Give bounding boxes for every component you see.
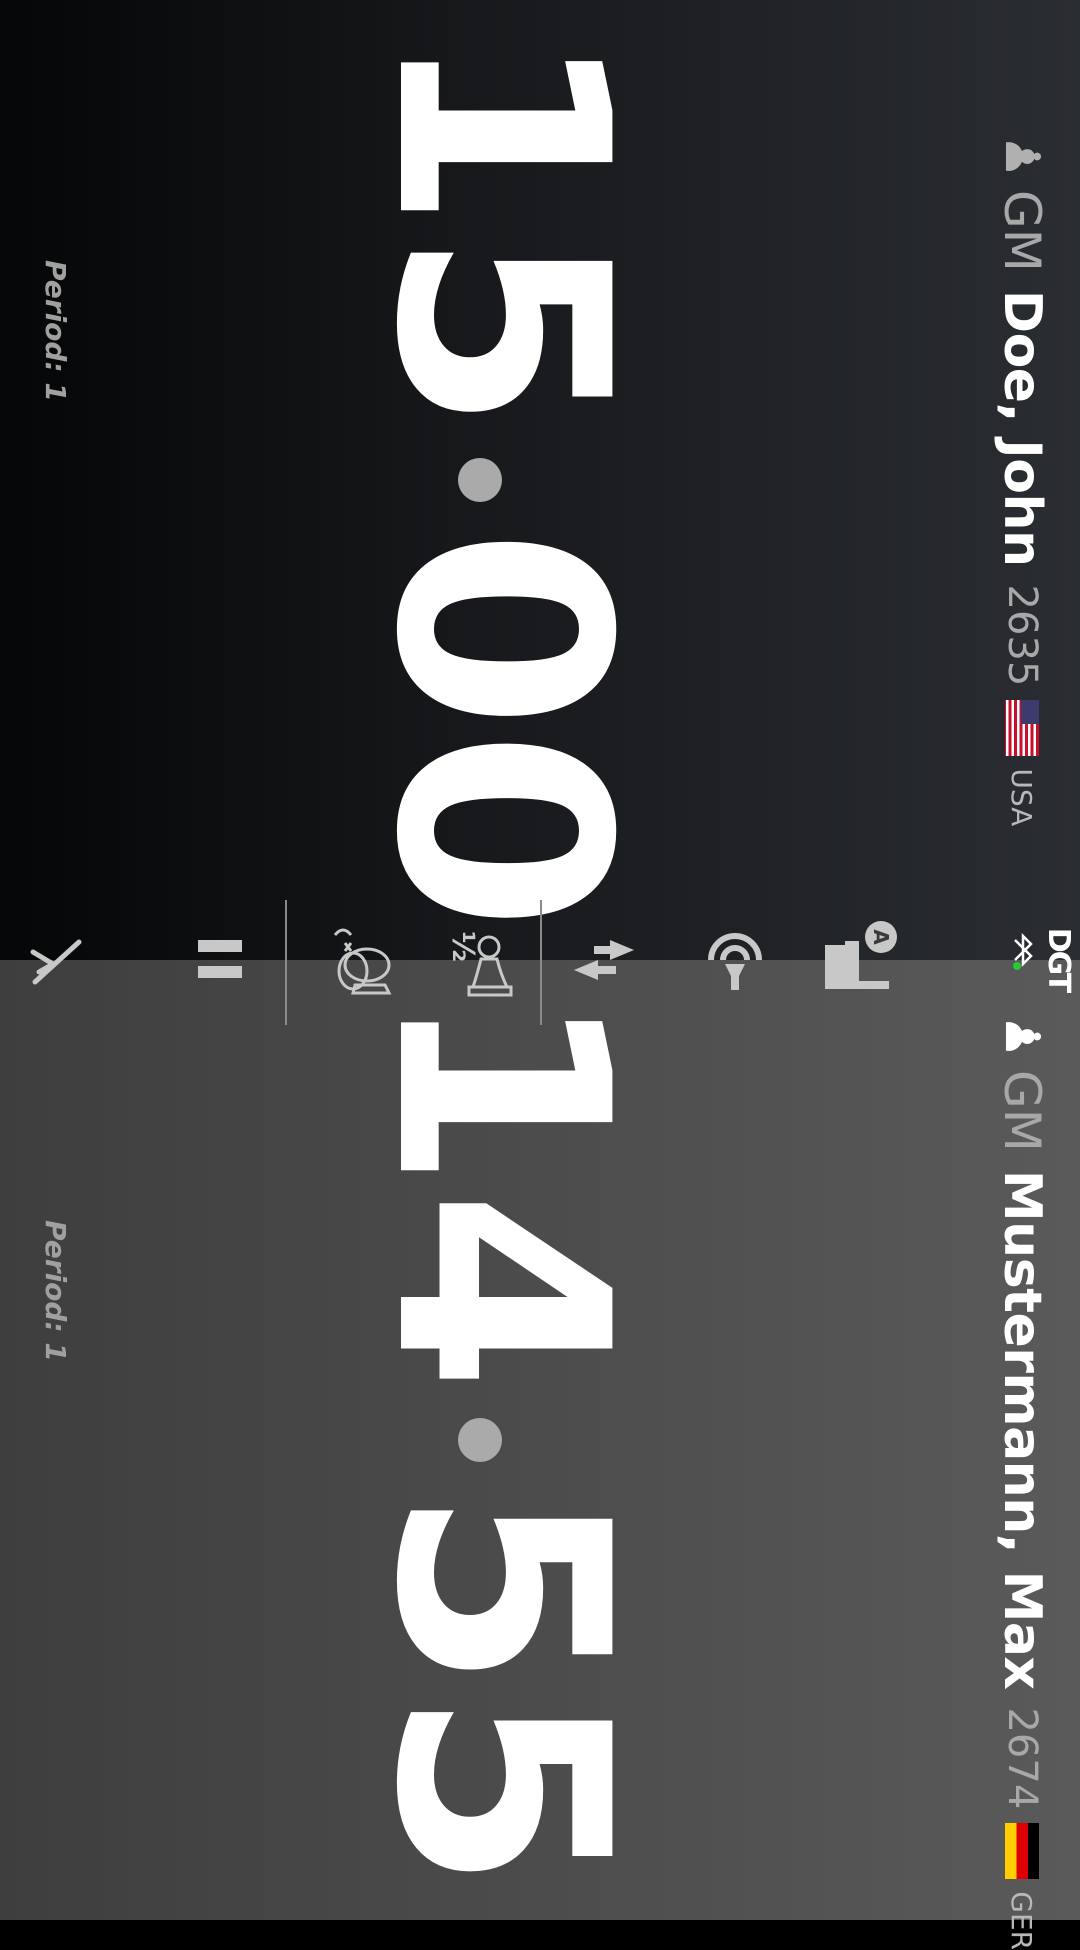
usa-flag-icon [1005,700,1039,757]
toolbar-divider [285,900,287,1025]
pause-button[interactable] [180,900,260,1020]
player-country: USA [1005,768,1039,827]
player-title: GM [993,190,1051,272]
player-title: GM [993,1070,1051,1152]
swap-sides-button[interactable] [565,900,645,1020]
svg-text:A: A [869,929,893,945]
draw-icon: ½ [445,915,525,1005]
clock-seconds: 00 [332,528,669,932]
swap-arrows-icon [574,940,634,980]
bottom-clock: 1455 [332,960,669,1920]
bottom-player-display: ♟ GM Mustermann, Max 2674 GER 1455 Perio… [0,960,1080,1950]
pawn-icon: ♟ [994,135,1050,179]
player-rating: 2674 [999,1707,1045,1810]
sound-icon [708,933,762,990]
player-country: GER [1005,1891,1039,1950]
auto-mode-icon: A [825,921,897,989]
period-label: Period: 1 [39,1220,72,1362]
period-label: Period: 1 [39,260,72,402]
clock-minutes: 15 [332,28,669,432]
germany-flag-icon [1005,1823,1039,1880]
bottom-player-info: ♟ GM Mustermann, Max 2674 GER [972,1015,1072,1950]
move-tool-icon[interactable] [20,900,90,1020]
resign-button[interactable] [310,900,410,1020]
player-rating: 2635 [999,584,1045,687]
top-player-info: ♟ GM Doe, John 2635 USA [972,135,1072,826]
clock-separator [458,1418,503,1462]
toolbar-divider [540,900,542,1025]
player-name: Mustermann, Max [992,1169,1052,1690]
auto-mode-button[interactable]: A [810,900,910,1020]
top-player-display: ♟ GM Doe, John 2635 USA 1500 Period: 1 [0,0,1080,960]
pawn-icon: ♟ [994,1015,1050,1059]
bluetooth-dgt-status[interactable]: DGT [1000,900,1076,1020]
top-clock: 1500 [332,0,669,960]
player-name: Doe, John [992,289,1052,567]
control-toolbar: ½ A DGT [0,900,1080,1025]
sound-button[interactable] [690,900,780,1020]
clock-minutes: 14 [332,988,669,1392]
fallen-king-icon [333,928,392,995]
dgt-logo: DGT [1041,927,1077,992]
clock-separator [458,458,503,502]
draw-offer-button[interactable]: ½ [440,900,530,1020]
bluetooth-icon [1013,932,1033,970]
clock-seconds: 55 [332,1488,669,1892]
pause-icon [198,940,242,978]
